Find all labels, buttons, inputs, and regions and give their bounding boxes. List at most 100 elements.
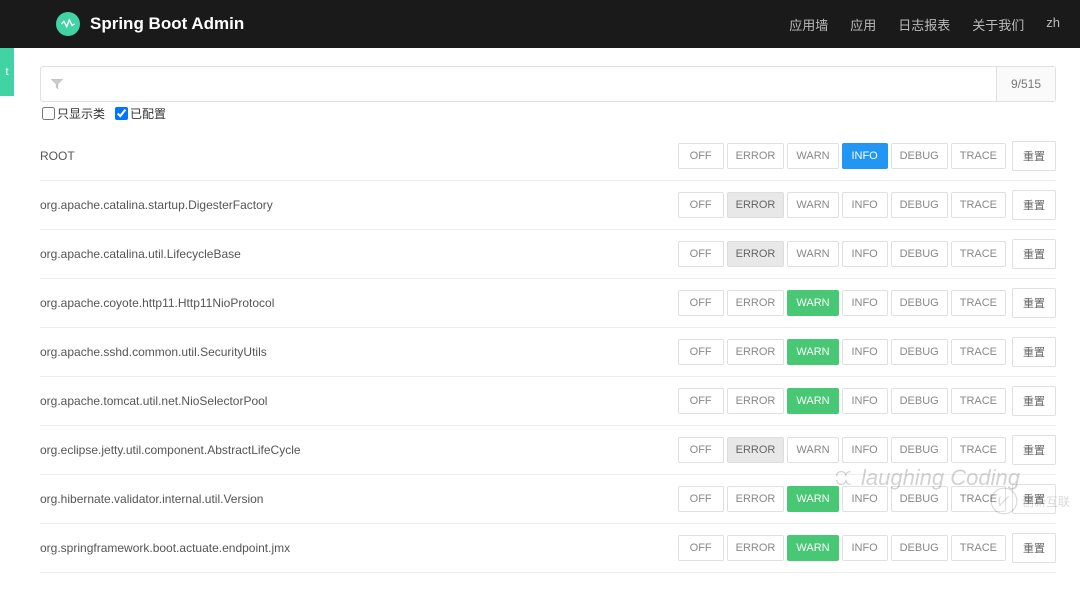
level-warn-button[interactable]: WARN <box>787 486 838 512</box>
level-trace-button[interactable]: TRACE <box>951 388 1006 414</box>
level-error-button[interactable]: ERROR <box>727 143 785 169</box>
level-info-button[interactable]: INFO <box>842 192 888 218</box>
reset-button[interactable]: 重置 <box>1012 533 1056 563</box>
level-off-button[interactable]: OFF <box>678 192 724 218</box>
level-info-button[interactable]: INFO <box>842 339 888 365</box>
reset-button[interactable]: 重置 <box>1012 288 1056 318</box>
level-error-button[interactable]: ERROR <box>727 437 785 463</box>
level-info-button[interactable]: INFO <box>842 535 888 561</box>
level-debug-button[interactable]: DEBUG <box>891 535 948 561</box>
side-tab[interactable]: t <box>0 48 14 96</box>
filter-bar: 9/515 <box>40 66 1056 102</box>
logger-name: org.apache.catalina.startup.DigesterFact… <box>40 198 678 212</box>
level-trace-button[interactable]: TRACE <box>951 192 1006 218</box>
level-debug-button[interactable]: DEBUG <box>891 290 948 316</box>
filter-input[interactable] <box>41 67 996 101</box>
nav-lang[interactable]: zh <box>1046 15 1060 34</box>
level-off-button[interactable]: OFF <box>678 143 724 169</box>
reset-button[interactable]: 重置 <box>1012 435 1056 465</box>
logger-row: org.apache.catalina.util.LifecycleBaseOF… <box>40 230 1056 279</box>
logger-name: org.apache.coyote.http11.Http11NioProtoc… <box>40 296 678 310</box>
level-warn-button[interactable]: WARN <box>787 192 838 218</box>
level-trace-button[interactable]: TRACE <box>951 143 1006 169</box>
level-warn-button[interactable]: WARN <box>787 241 838 267</box>
main-content: 9/515 只显示类 已配置 ROOTOFFERRORWARNINFODEBUG… <box>0 48 1080 591</box>
level-off-button[interactable]: OFF <box>678 486 724 512</box>
level-buttons: OFFERRORWARNINFODEBUGTRACE <box>678 241 1006 267</box>
reset-button[interactable]: 重置 <box>1012 141 1056 171</box>
logo-icon <box>56 12 80 36</box>
nav-wallboard[interactable]: 应用墙 <box>789 15 828 34</box>
level-off-button[interactable]: OFF <box>678 535 724 561</box>
level-trace-button[interactable]: TRACE <box>951 535 1006 561</box>
level-trace-button[interactable]: TRACE <box>951 339 1006 365</box>
level-buttons: OFFERRORWARNINFODEBUGTRACE <box>678 535 1006 561</box>
level-info-button[interactable]: INFO <box>842 486 888 512</box>
logger-row: ROOTOFFERRORWARNINFODEBUGTRACE重置 <box>40 132 1056 181</box>
nav-about[interactable]: 关于我们 <box>972 15 1024 34</box>
logger-name: org.apache.sshd.common.util.SecurityUtil… <box>40 345 678 359</box>
level-off-button[interactable]: OFF <box>678 241 724 267</box>
level-error-button[interactable]: ERROR <box>727 535 785 561</box>
logger-row: org.apache.catalina.startup.DigesterFact… <box>40 181 1056 230</box>
reset-button[interactable]: 重置 <box>1012 239 1056 269</box>
level-buttons: OFFERRORWARNINFODEBUGTRACE <box>678 290 1006 316</box>
level-buttons: OFFERRORWARNINFODEBUGTRACE <box>678 192 1006 218</box>
reset-button[interactable]: 重置 <box>1012 337 1056 367</box>
brand-wrap: Spring Boot Admin <box>56 12 244 36</box>
level-buttons: OFFERRORWARNINFODEBUGTRACE <box>678 143 1006 169</box>
logger-row: org.apache.sshd.common.util.SecurityUtil… <box>40 328 1056 377</box>
reset-button[interactable]: 重置 <box>1012 484 1056 514</box>
brand-title: Spring Boot Admin <box>90 14 244 34</box>
level-debug-button[interactable]: DEBUG <box>891 143 948 169</box>
level-info-button[interactable]: INFO <box>842 388 888 414</box>
level-debug-button[interactable]: DEBUG <box>891 486 948 512</box>
topbar: Spring Boot Admin 应用墙 应用 日志报表 关于我们 zh <box>0 0 1080 48</box>
level-warn-button[interactable]: WARN <box>787 290 838 316</box>
check-configured[interactable]: 已配置 <box>115 105 166 122</box>
level-off-button[interactable]: OFF <box>678 437 724 463</box>
logger-name: org.apache.tomcat.util.net.NioSelectorPo… <box>40 394 678 408</box>
level-debug-button[interactable]: DEBUG <box>891 437 948 463</box>
logger-name: org.springframework.boot.actuate.endpoin… <box>40 541 678 555</box>
level-error-button[interactable]: ERROR <box>727 339 785 365</box>
check-configured-input[interactable] <box>115 107 128 120</box>
level-warn-button[interactable]: WARN <box>787 437 838 463</box>
level-info-button[interactable]: INFO <box>842 241 888 267</box>
level-debug-button[interactable]: DEBUG <box>891 192 948 218</box>
level-warn-button[interactable]: WARN <box>787 388 838 414</box>
level-trace-button[interactable]: TRACE <box>951 486 1006 512</box>
level-warn-button[interactable]: WARN <box>787 339 838 365</box>
logger-row: org.apache.tomcat.util.net.NioSelectorPo… <box>40 377 1056 426</box>
reset-button[interactable]: 重置 <box>1012 386 1056 416</box>
nav-apps[interactable]: 应用 <box>850 15 876 34</box>
logger-row: org.apache.coyote.http11.Http11NioProtoc… <box>40 279 1056 328</box>
level-off-button[interactable]: OFF <box>678 339 724 365</box>
level-info-button[interactable]: INFO <box>842 143 888 169</box>
level-error-button[interactable]: ERROR <box>727 290 785 316</box>
level-trace-button[interactable]: TRACE <box>951 290 1006 316</box>
level-off-button[interactable]: OFF <box>678 388 724 414</box>
level-debug-button[interactable]: DEBUG <box>891 388 948 414</box>
level-debug-button[interactable]: DEBUG <box>891 339 948 365</box>
level-info-button[interactable]: INFO <box>842 437 888 463</box>
filter-icon <box>51 78 63 90</box>
level-error-button[interactable]: ERROR <box>727 241 785 267</box>
check-class-only[interactable]: 只显示类 <box>42 105 105 122</box>
nav-journal[interactable]: 日志报表 <box>898 15 950 34</box>
level-debug-button[interactable]: DEBUG <box>891 241 948 267</box>
level-info-button[interactable]: INFO <box>842 290 888 316</box>
level-error-button[interactable]: ERROR <box>727 388 785 414</box>
level-error-button[interactable]: ERROR <box>727 486 785 512</box>
logger-row: org.springframework.boot.actuate.endpoin… <box>40 524 1056 573</box>
level-warn-button[interactable]: WARN <box>787 535 838 561</box>
level-trace-button[interactable]: TRACE <box>951 437 1006 463</box>
level-trace-button[interactable]: TRACE <box>951 241 1006 267</box>
level-warn-button[interactable]: WARN <box>787 143 838 169</box>
level-off-button[interactable]: OFF <box>678 290 724 316</box>
level-buttons: OFFERRORWARNINFODEBUGTRACE <box>678 339 1006 365</box>
level-error-button[interactable]: ERROR <box>727 192 785 218</box>
filter-checks: 只显示类 已配置 <box>40 101 1056 132</box>
check-class-only-input[interactable] <box>42 107 55 120</box>
reset-button[interactable]: 重置 <box>1012 190 1056 220</box>
